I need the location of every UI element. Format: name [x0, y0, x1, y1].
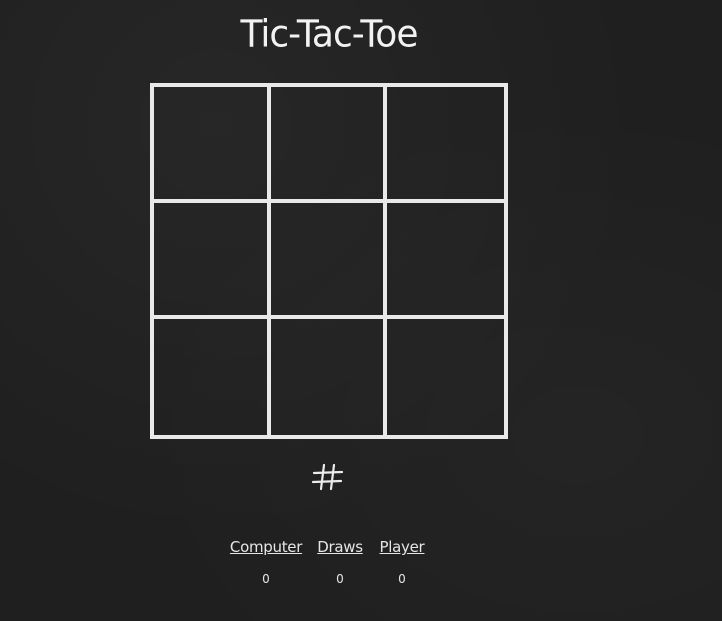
score-draws-label: Draws — [317, 538, 363, 556]
board-cell-4[interactable] — [154, 203, 271, 319]
score-player-label: Player — [379, 538, 425, 556]
scoreboard: Computer 0 Draws 0 Player 0 — [228, 538, 438, 588]
game-board — [150, 83, 508, 439]
board-cell-9[interactable] — [387, 319, 504, 435]
score-player: Player 0 — [376, 538, 428, 586]
score-player-value: 0 — [398, 572, 406, 586]
score-computer-label: Computer — [229, 538, 303, 556]
score-draws-value: 0 — [336, 572, 344, 586]
board-cell-5[interactable] — [270, 203, 388, 319]
board-cell-7[interactable] — [154, 319, 271, 435]
board-cell-2[interactable] — [270, 87, 388, 203]
score-computer: Computer 0 — [228, 538, 304, 586]
score-computer-value: 0 — [262, 572, 270, 586]
board-cell-6[interactable] — [387, 203, 504, 319]
score-draws: Draws 0 — [314, 538, 366, 586]
board-cell-1[interactable] — [154, 87, 271, 203]
hash-icon — [311, 463, 344, 491]
board-cell-3[interactable] — [387, 87, 504, 203]
board-cell-8[interactable] — [271, 319, 388, 435]
page-title: Tic-Tac-Toe — [240, 12, 419, 57]
